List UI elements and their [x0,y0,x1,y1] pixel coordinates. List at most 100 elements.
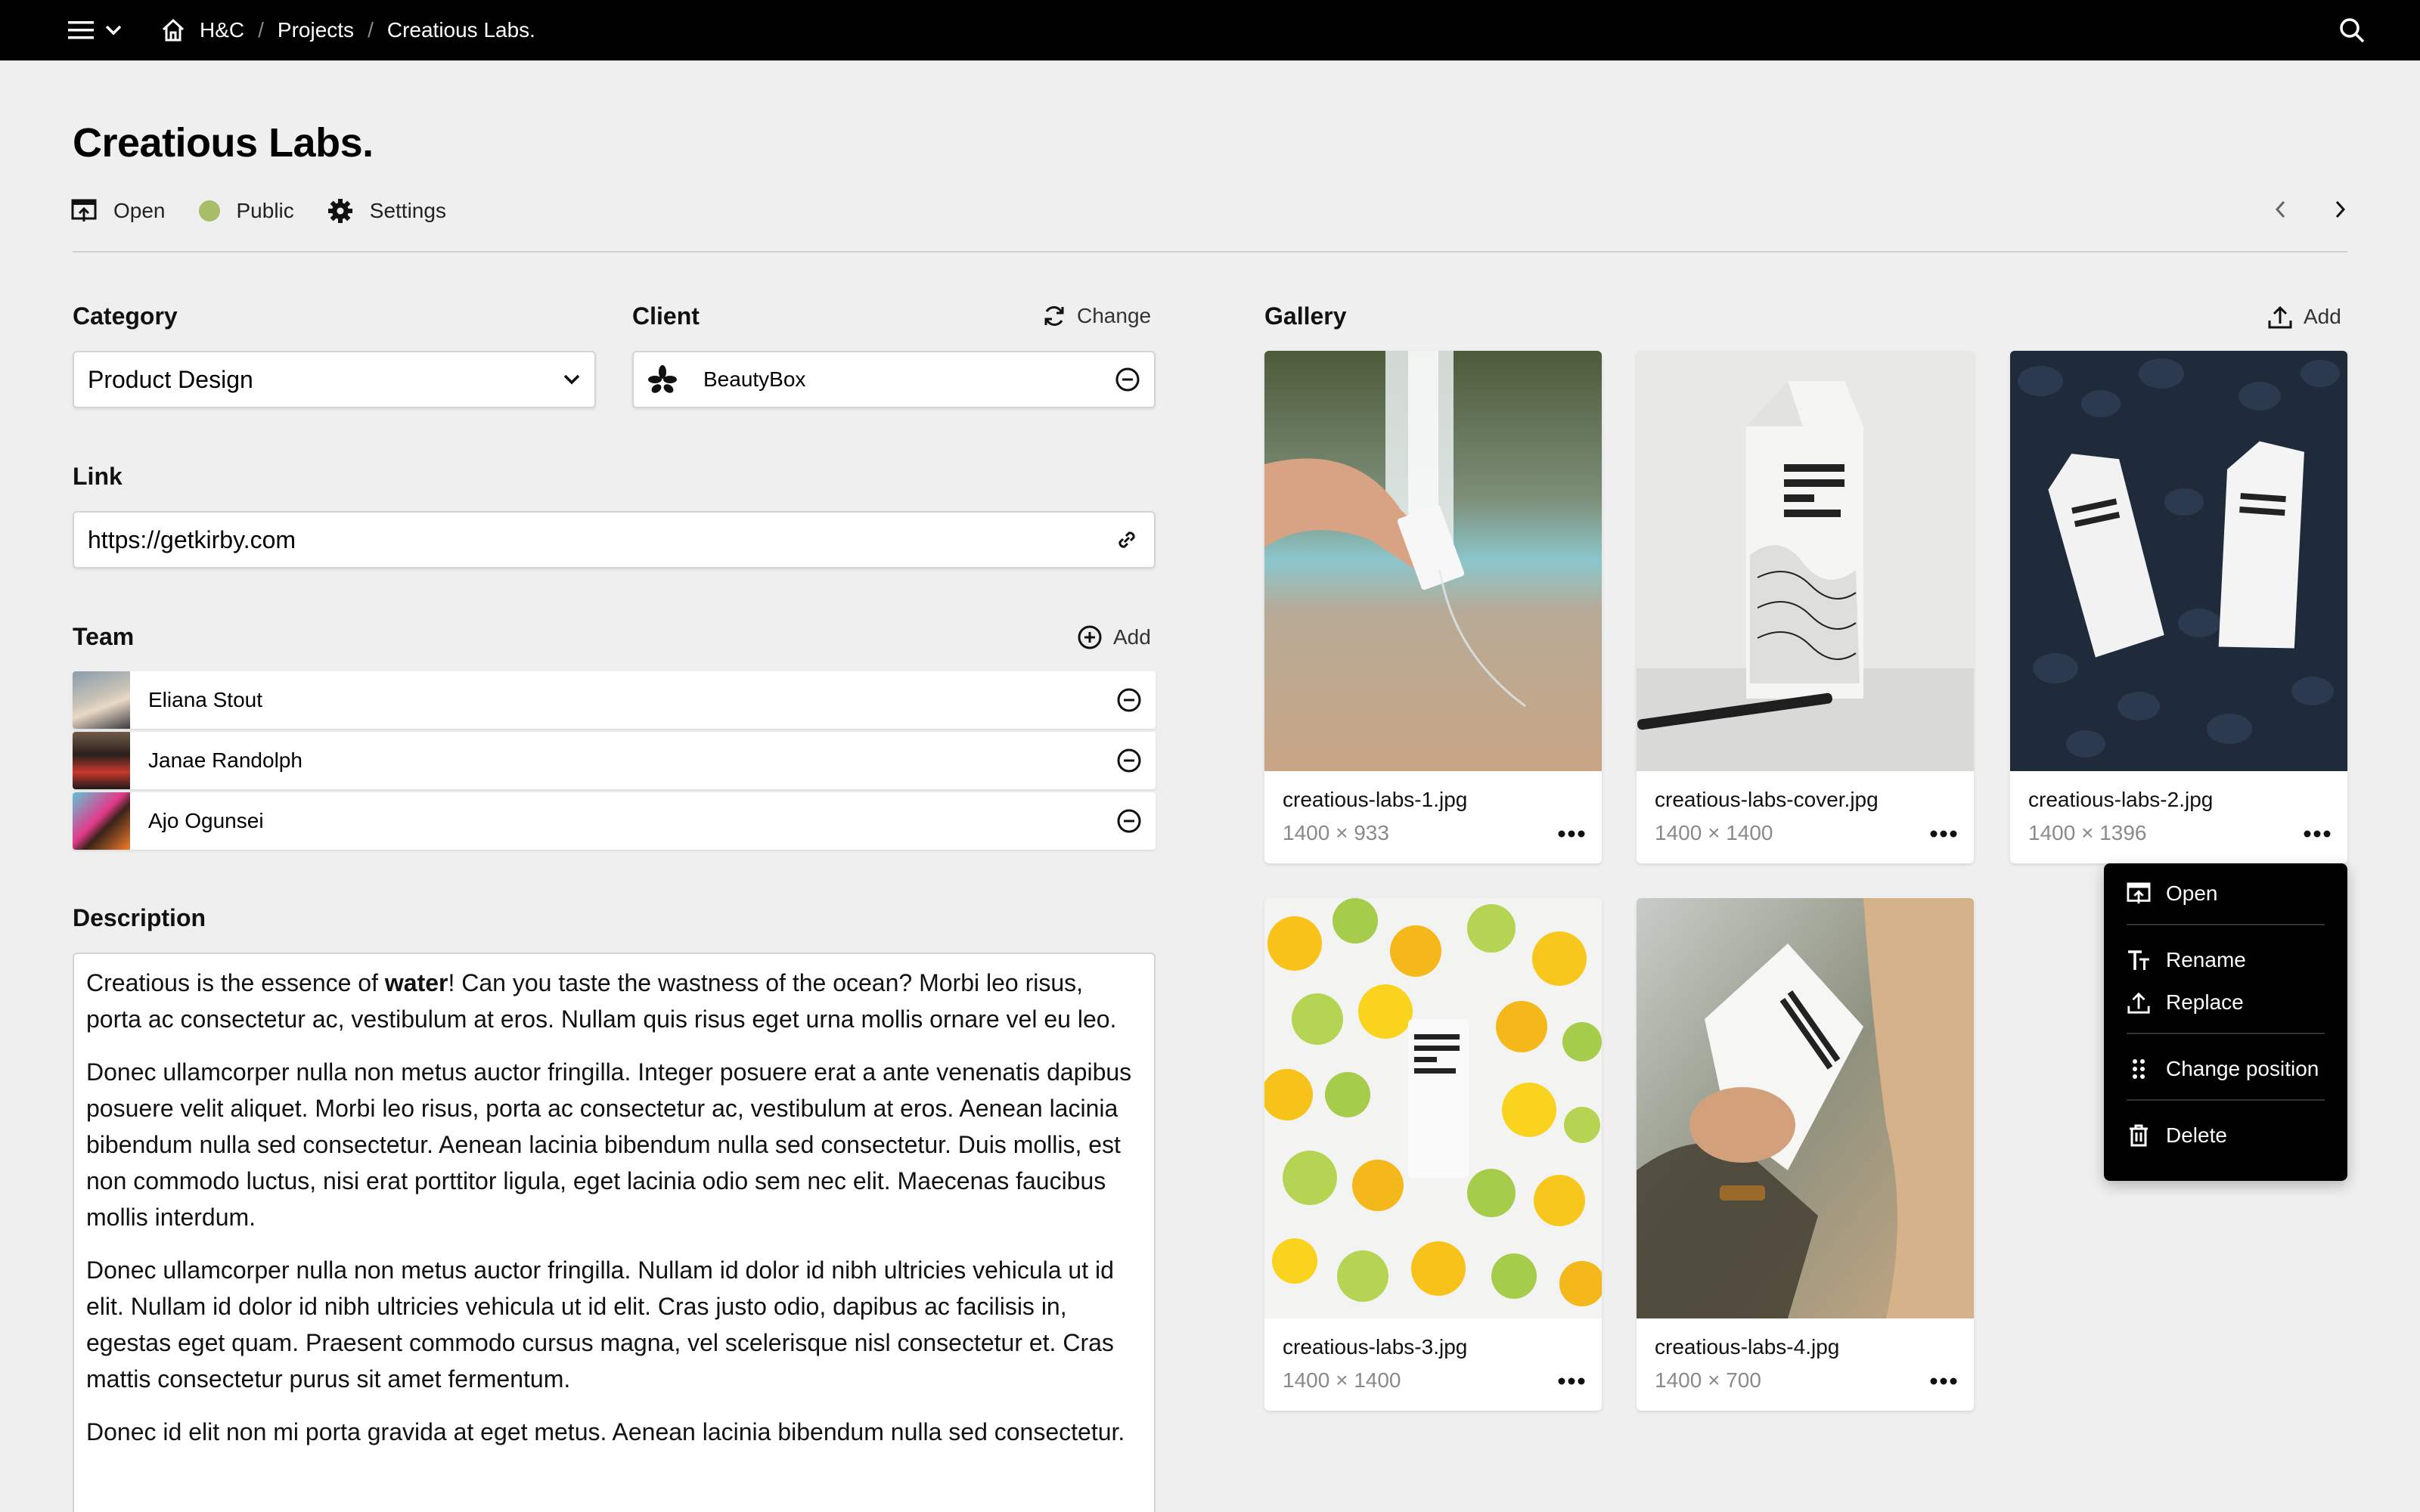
team-label: Team [73,623,135,650]
remove-icon[interactable] [1115,367,1140,392]
pager [2269,198,2352,221]
client-change-label: Change [1077,304,1152,327]
description-editor[interactable]: Creatious is the essence of water! Can y… [73,953,1156,1512]
upload-icon [2127,990,2151,1015]
hamburger-icon [68,20,94,41]
dropdown-divider [2127,1033,2325,1034]
dropdown-item-change-position[interactable]: Change position [2127,1048,2325,1090]
breadcrumb-projects[interactable]: Projects [278,18,354,42]
dropdown-item-replace[interactable]: Replace [2127,981,2325,1024]
description-paragraph: Donec ullamcorper nulla non metus auctor… [86,1058,1132,1231]
client-name: BeautyBox [703,367,806,391]
link-input[interactable]: https://getkirby.com [73,511,1156,569]
page-title: Creatious Labs. [73,120,374,166]
more-options-icon[interactable] [1556,823,1587,845]
gallery-dimensions: 1400 × 1396 [2028,821,2147,844]
gallery-dimensions: 1400 × 1400 [1283,1368,1401,1392]
status-label: Public [236,199,294,222]
status-button[interactable]: Public [198,199,294,223]
client-label: Client [632,302,700,330]
text-segment: Creatious is the essence of [86,969,385,996]
client-change-button[interactable]: Change [1042,304,1151,328]
bold-text: water [384,969,448,996]
dropdown-item-open[interactable]: Open [2127,872,2325,915]
dropdown-divider [2127,1099,2325,1101]
team-member-name: Janae Randolph [148,748,302,772]
team-member[interactable]: Eliana Stout [73,671,1156,729]
header-divider [73,251,2347,253]
remove-icon[interactable] [1116,808,1142,834]
open-icon [2127,882,2151,905]
description-paragraph: Donec id elit non mi porta gravida at eg… [86,1418,1125,1445]
upload-icon [2267,304,2293,330]
team-member[interactable]: Janae Randolph [73,732,1156,789]
avatar [73,732,130,789]
settings-button[interactable]: Settings [327,198,446,224]
breadcrumb: H&C / Projects / Creatious Labs. [160,0,535,60]
gallery-image [1264,898,1602,1318]
more-options-icon[interactable] [1928,1370,1959,1393]
chevron-right-icon[interactable] [2329,198,2352,221]
gallery-image [1264,351,1602,771]
category-label: Category [73,302,178,330]
gallery-filename: creatious-labs-cover.jpg [1655,788,1879,811]
team-member-name: Ajo Ogunsei [148,809,264,832]
open-label: Open [113,199,166,222]
file-options-dropdown: Open Rename Replace Change position Dele… [2104,863,2347,1181]
gallery-filename: creatious-labs-3.jpg [1283,1335,1468,1359]
gallery-item[interactable]: creatious-labs-1.jpg 1400 × 933 [1264,351,1602,863]
gallery-image [2010,351,2347,771]
gear-icon [327,198,353,224]
dropdown-item-label: Rename [2166,948,2246,971]
description-label: Description [73,904,206,931]
gallery-add-button[interactable]: Add [2267,304,2341,330]
flower-icon [647,364,678,395]
team-member[interactable]: Ajo Ogunsei [73,792,1156,850]
more-options-icon[interactable] [1928,823,1959,845]
description-paragraph: Donec ullamcorper nulla non metus auctor… [86,1256,1114,1393]
gallery-item[interactable]: creatious-labs-3.jpg 1400 × 1400 [1264,898,1602,1411]
gallery-item[interactable]: creatious-labs-2.jpg 1400 × 1396 [2010,351,2347,863]
menu-button[interactable] [68,12,136,48]
gallery-item[interactable]: creatious-labs-4.jpg 1400 × 700 [1637,898,1974,1411]
open-button[interactable]: Open [71,199,166,223]
dropdown-item-label: Delete [2166,1123,2227,1147]
gallery-dimensions: 1400 × 700 [1655,1368,1761,1392]
description-paragraph: Creatious is the essence of water! Can y… [86,965,1142,1037]
team-add-button[interactable]: Add [1077,624,1151,650]
dropdown-item-rename[interactable]: Rename [2127,939,2325,981]
category-select[interactable]: Product Design [73,351,596,408]
settings-label: Settings [369,199,446,222]
chevron-left-icon[interactable] [2269,198,2291,221]
link-icon[interactable] [1113,526,1140,553]
trash-icon [2127,1123,2151,1148]
avatar [73,671,130,729]
gallery-item[interactable]: creatious-labs-cover.jpg 1400 × 1400 [1637,351,1974,863]
more-options-icon[interactable] [1556,1370,1587,1393]
gallery-label: Gallery [1264,302,1347,330]
gallery-image [1637,351,1974,771]
topbar: H&C / Projects / Creatious Labs. [0,0,2420,60]
dropdown-item-label: Replace [2166,990,2244,1014]
remove-icon[interactable] [1116,687,1142,713]
dropdown-item-delete[interactable]: Delete [2127,1114,2325,1157]
gallery-dimensions: 1400 × 1400 [1655,821,1773,844]
link-label: Link [73,463,123,490]
remove-icon[interactable] [1116,748,1142,773]
chevron-down-icon [104,24,123,36]
add-circle-icon [1077,624,1103,650]
more-options-icon[interactable] [2302,823,2332,845]
refresh-icon [1042,304,1066,328]
team-add-label: Add [1113,625,1151,649]
home-icon[interactable] [160,17,186,43]
team-member-name: Eliana Stout [148,688,262,711]
status-dot-icon [198,200,220,222]
drag-handle-icon [2127,1057,2151,1081]
search-icon[interactable] [2337,15,2367,45]
client-field[interactable]: BeautyBox [632,351,1156,408]
breadcrumb-home[interactable]: H&C [200,18,244,42]
open-icon [71,199,97,223]
breadcrumb-current[interactable]: Creatious Labs. [387,18,535,42]
category-value: Product Design [88,365,253,393]
avatar [73,792,130,850]
